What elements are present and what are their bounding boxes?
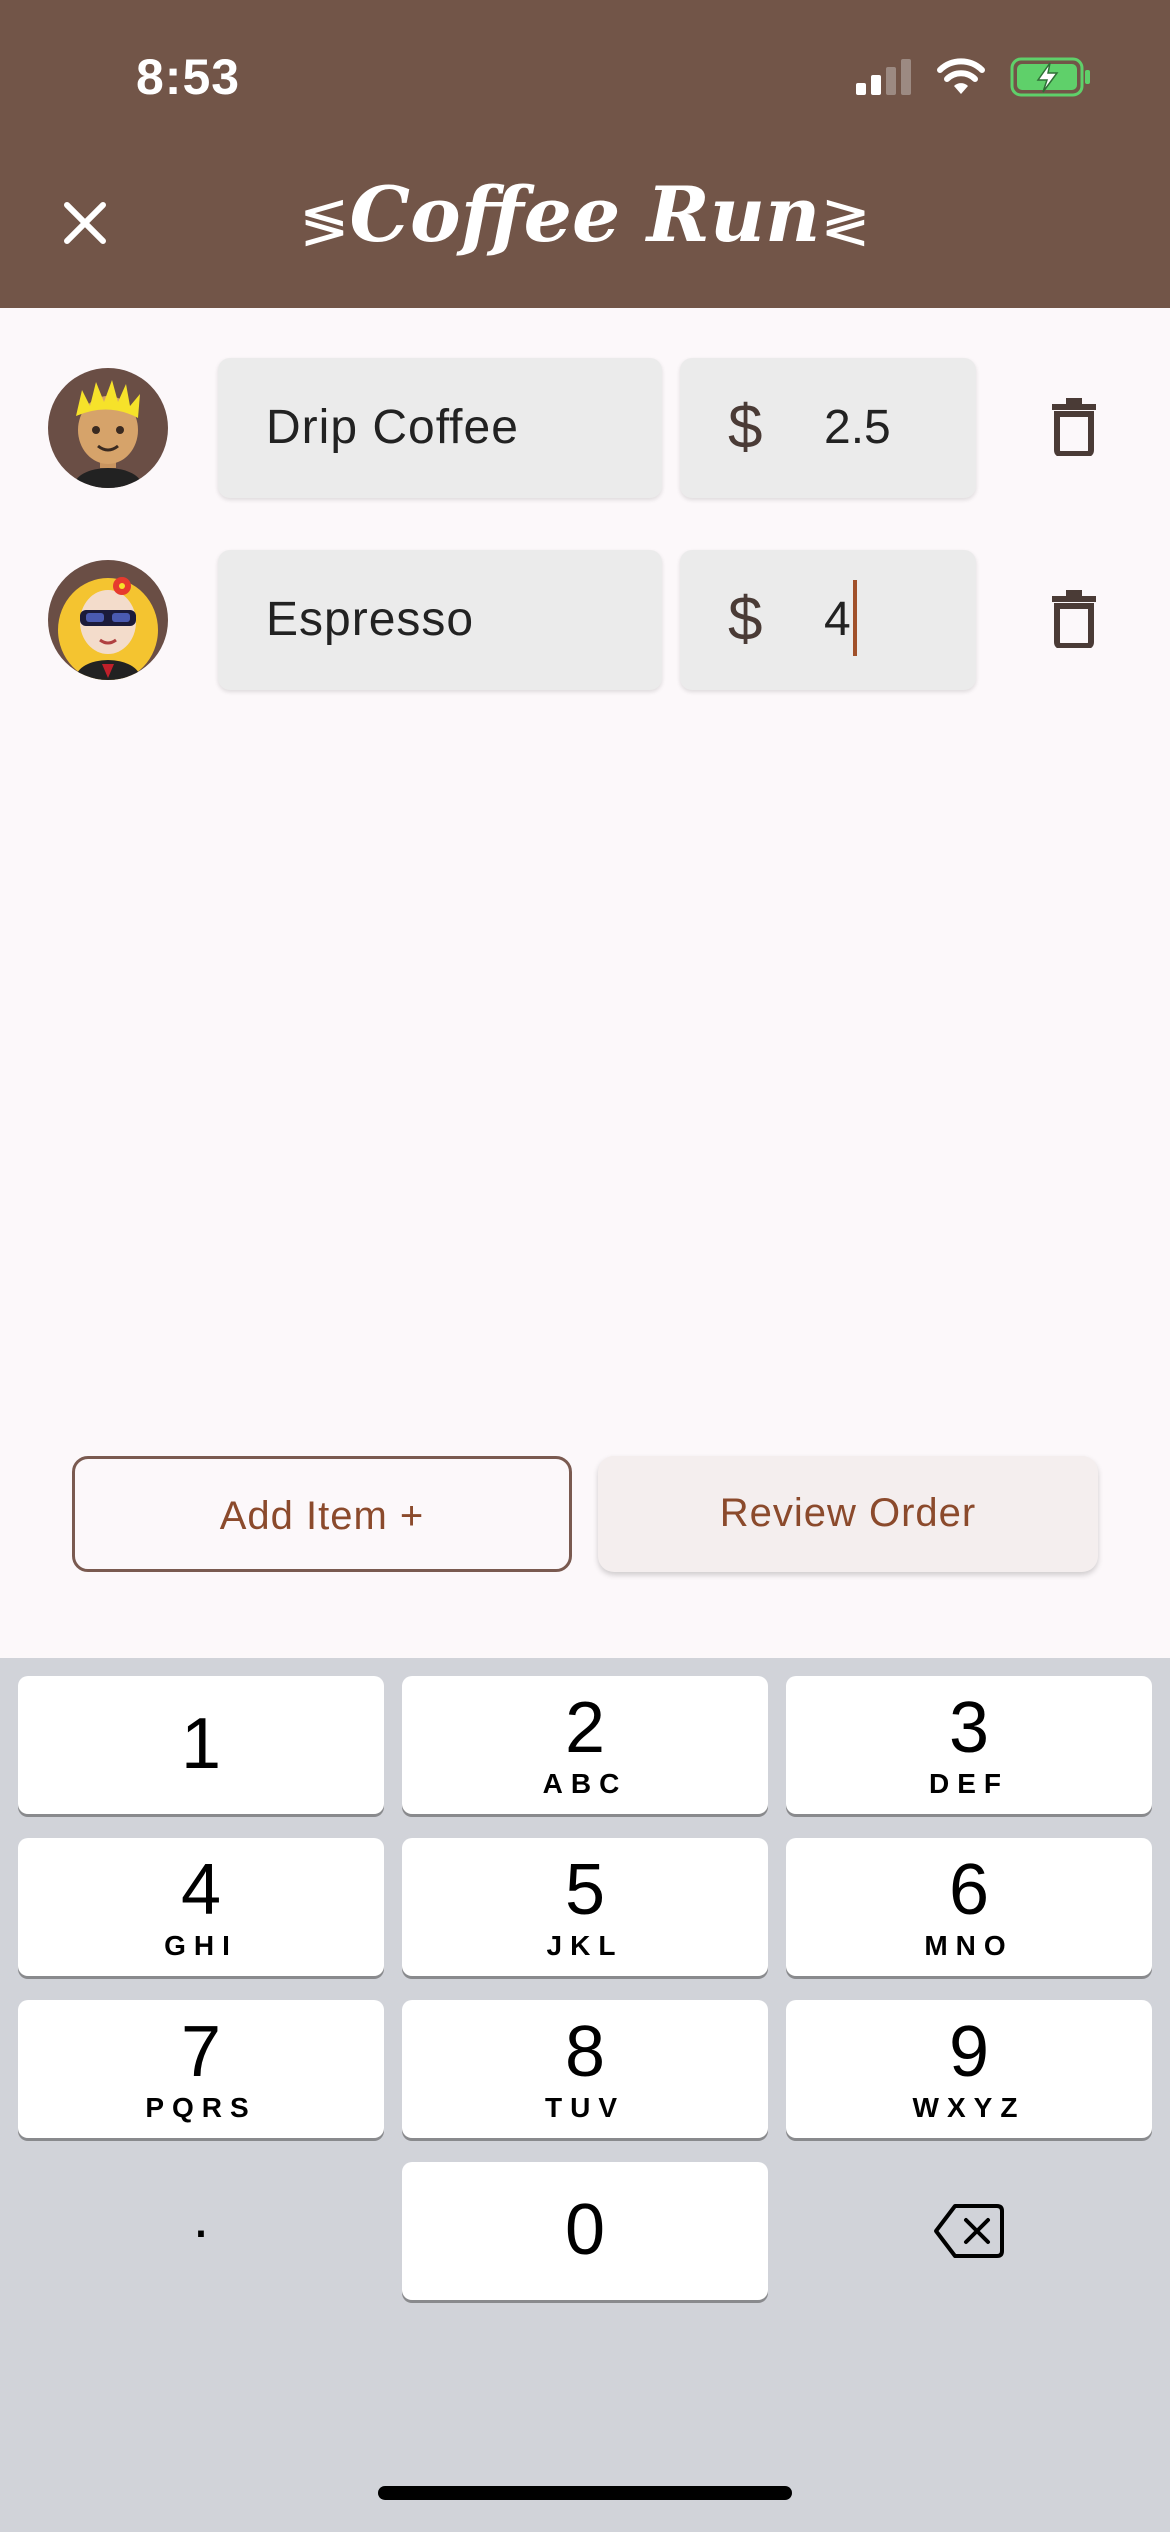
key-number: 6 xyxy=(948,1850,990,1930)
key-9[interactable]: 9 WXYZ xyxy=(786,2000,1152,2138)
key-2[interactable]: 2 ABC xyxy=(402,1676,768,1814)
signal-icon xyxy=(856,59,911,95)
key-letters: WXYZ xyxy=(912,2092,1026,2123)
key-letters: ABC xyxy=(542,1768,628,1799)
review-order-button[interactable]: Review Order xyxy=(598,1456,1098,1572)
backspace-icon xyxy=(934,2204,1004,2258)
key-5[interactable]: 5 JKL xyxy=(402,1838,768,1976)
avatar xyxy=(48,560,168,680)
avatar xyxy=(48,368,168,488)
title-text: Coffee Run xyxy=(349,170,821,259)
key-number: 0 xyxy=(564,2190,606,2270)
battery-charging-icon xyxy=(1010,57,1090,97)
status-time: 8:53 xyxy=(136,49,241,105)
key-number: 3 xyxy=(948,1688,990,1768)
wifi-icon xyxy=(937,58,985,94)
currency-symbol: $ xyxy=(728,393,763,462)
price-value: 2.5 xyxy=(824,401,891,454)
key-number: 1 xyxy=(180,1704,222,1784)
numeric-keyboard: 1 2 ABC 3 DEF 4 GHI 5 JKL 6 MNO 7 PQRS 8… xyxy=(0,1658,1170,2532)
page-title: ≶Coffee Run≷ xyxy=(0,170,1170,259)
item-price-input[interactable]: $ 2.5 xyxy=(680,358,976,498)
key-letters: GHI xyxy=(164,1930,238,1961)
key-letters: DEF xyxy=(929,1768,1009,1799)
order-item-row: Espresso $ 4 xyxy=(0,550,1170,690)
add-item-button[interactable]: Add Item + xyxy=(72,1456,572,1572)
key-number: 4 xyxy=(180,1850,222,1930)
key-letters: PQRS xyxy=(145,2092,257,2123)
key-number: 9 xyxy=(948,2012,990,2092)
app-header: 8:53 ≶Coffee Run≷ xyxy=(0,0,1170,308)
key-decimal[interactable]: . xyxy=(18,2162,384,2300)
item-name-input[interactable]: Espresso xyxy=(218,550,662,690)
price-value: 4 xyxy=(824,593,851,646)
item-price-input[interactable]: $ 4 xyxy=(680,550,976,690)
key-backspace[interactable] xyxy=(786,2162,1152,2300)
key-number: 2 xyxy=(564,1688,606,1768)
key-number: 7 xyxy=(180,2012,222,2092)
key-3[interactable]: 3 DEF xyxy=(786,1676,1152,1814)
currency-symbol: $ xyxy=(728,585,763,654)
status-icons xyxy=(856,54,1092,100)
title-decoration-right: ≷ xyxy=(820,186,871,256)
trash-icon[interactable] xyxy=(1052,398,1096,456)
key-letters: TUV xyxy=(545,2092,625,2123)
home-indicator xyxy=(378,2486,792,2500)
key-4[interactable]: 4 GHI xyxy=(18,1838,384,1976)
order-item-row: Drip Coffee $ 2.5 xyxy=(0,358,1170,498)
trash-icon[interactable] xyxy=(1052,590,1096,648)
key-7[interactable]: 7 PQRS xyxy=(18,2000,384,2138)
key-number: 5 xyxy=(564,1850,606,1930)
title-decoration-left: ≶ xyxy=(299,186,350,256)
key-number: 8 xyxy=(564,2012,606,2092)
key-letters: JKL xyxy=(546,1930,624,1961)
text-caret xyxy=(852,580,857,657)
item-name-input[interactable]: Drip Coffee xyxy=(218,358,662,498)
key-letters: MNO xyxy=(924,1930,1014,1961)
key-1[interactable]: 1 xyxy=(18,1676,384,1814)
key-8[interactable]: 8 TUV xyxy=(402,2000,768,2138)
key-6[interactable]: 6 MNO xyxy=(786,1838,1152,1976)
price-value-container: 4 xyxy=(824,550,857,690)
key-0[interactable]: 0 xyxy=(402,2162,768,2300)
